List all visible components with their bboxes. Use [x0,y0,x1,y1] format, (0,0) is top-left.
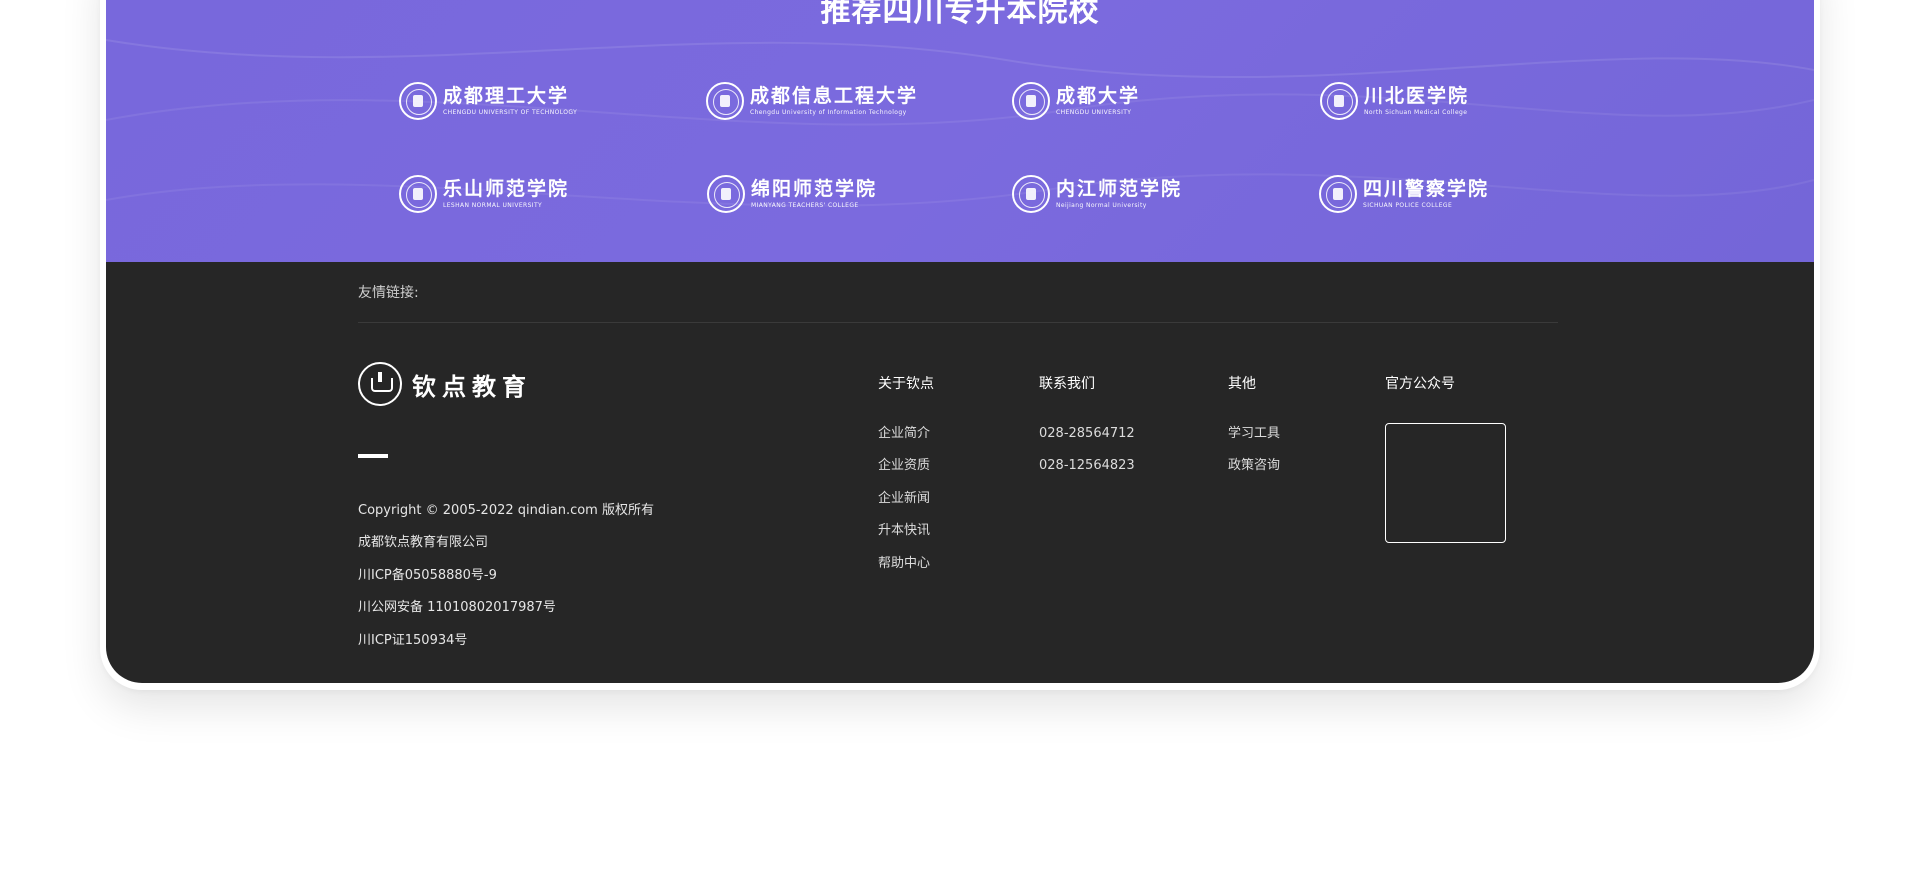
school-name: 成都信息工程大学 [750,84,919,107]
school-name-en: LESHAN NORMAL UNIVERSITY [443,201,543,209]
school-seal-icon [1319,175,1357,213]
phone-number-2[interactable]: 028-12564823 [1039,450,1135,482]
school-logo-sichuan-police[interactable]: 四川警察学院 SICHUAN POLICE COLLEGE [1319,172,1489,216]
school-name: 川北医学院 [1364,84,1470,107]
school-name: 绵阳师范学院 [751,177,878,200]
school-seal-icon [707,175,745,213]
footer-link-help-center[interactable]: 帮助中心 [878,548,934,580]
footer-link-policy-consult[interactable]: 政策咨询 [1228,450,1280,482]
column-title: 联系我们 [1039,376,1095,392]
school-logo-chengdu-univ[interactable]: 成都大学 CHENGDU UNIVERSITY [1012,79,1140,123]
column-title: 官方公众号 [1385,376,1455,392]
school-name: 成都大学 [1056,84,1141,107]
icp-license: 川ICP证150934号 [358,632,468,648]
company-name: 成都钦点教育有限公司 [358,535,489,551]
school-seal-icon [1012,175,1050,213]
school-name-en: SICHUAN POLICE COLLEGE [1363,201,1453,209]
footer-link-upgrade-news[interactable]: 升本快讯 [878,515,934,547]
company-info: Copyright © 2005-2022 qindian.com 版权所有 成… [358,495,654,657]
school-seal-icon [706,82,744,120]
footer-link-company-qualifications[interactable]: 企业资质 [878,450,934,482]
page-bottom-section: 推荐四川专升本院校 成都理工大学 CHENGDU UNIVERSITY OF TE… [106,0,1814,683]
school-logo-cuit[interactable]: 成都信息工程大学 Chengdu University of Informatio… [706,79,918,123]
wave-background [106,39,1814,207]
column-title: 其他 [1228,376,1256,392]
school-name-en: Chengdu University of Information Techno… [750,108,907,116]
school-name-en: MIANYANG TEACHERS' COLLEGE [751,201,859,209]
footer-column-other: 其他 学习工具 政策咨询 [1228,374,1280,483]
brand-logo-icon [358,362,402,406]
qr-code-placeholder [1385,423,1506,543]
footer-column-about: 关于钦点 企业简介 企业资质 企业新闻 升本快讯 帮助中心 [878,374,934,580]
footer-divider [358,322,1558,323]
school-name-en: North Sichuan Medical College [1364,108,1468,116]
brand-underline [358,454,388,458]
school-name-en: Neijiang Normal University [1056,201,1147,209]
school-logo-mianyang-teachers[interactable]: 绵阳师范学院 MIANYANG TEACHERS' COLLEGE [707,172,877,216]
icp-record[interactable]: 川ICP备05058880号-9 [358,560,654,592]
school-name-en: CHENGDU UNIVERSITY OF TECHNOLOGY [443,108,578,116]
footer-column-official-account: 官方公众号 [1385,374,1455,394]
school-name: 四川警察学院 [1363,177,1490,200]
column-title: 关于钦点 [878,376,934,392]
school-logo-neijiang-normal[interactable]: 内江师范学院 Neijiang Normal University [1012,172,1182,216]
school-seal-icon [1320,82,1358,120]
copyright-text: Copyright © 2005-2022 qindian.com 版权所有 [358,503,654,518]
school-name: 成都理工大学 [443,84,570,107]
school-name-en: CHENGDU UNIVERSITY [1056,108,1132,116]
school-logo-north-sichuan-medical[interactable]: 川北医学院 North Sichuan Medical College [1320,79,1469,123]
footer-link-study-tools[interactable]: 学习工具 [1228,418,1280,450]
school-logo-chengdu-tech[interactable]: 成都理工大学 CHENGDU UNIVERSITY OF TECHNOLOGY [399,79,577,123]
footer-link-company-intro[interactable]: 企业简介 [878,418,934,450]
school-name: 乐山师范学院 [443,177,570,200]
brand-name: 钦点教育 [412,372,532,401]
footer-link-company-news[interactable]: 企业新闻 [878,483,934,515]
school-name: 内江师范学院 [1056,177,1183,200]
footer-column-contact: 联系我们 028-28564712 028-12564823 [1039,374,1135,483]
police-record[interactable]: 川公网安备 110108020179​87号 [358,592,654,624]
site-footer: 友情链接: 钦点教育 Copyright © 2005-2022 qindian… [106,262,1814,683]
recommended-schools-banner: 推荐四川专升本院校 成都理工大学 CHENGDU UNIVERSITY OF TE… [106,0,1814,262]
friend-links-label: 友情链接: [358,285,419,301]
banner-title: 推荐四川专升本院校 [820,0,1100,29]
school-seal-icon [399,82,437,120]
school-seal-icon [399,175,437,213]
phone-number-1[interactable]: 028-28564712 [1039,418,1135,450]
footer-brand[interactable]: 钦点教育 [358,362,532,406]
school-seal-icon [1012,82,1050,120]
school-logo-leshan-normal[interactable]: 乐山师范学院 LESHAN NORMAL UNIVERSITY [399,172,569,216]
